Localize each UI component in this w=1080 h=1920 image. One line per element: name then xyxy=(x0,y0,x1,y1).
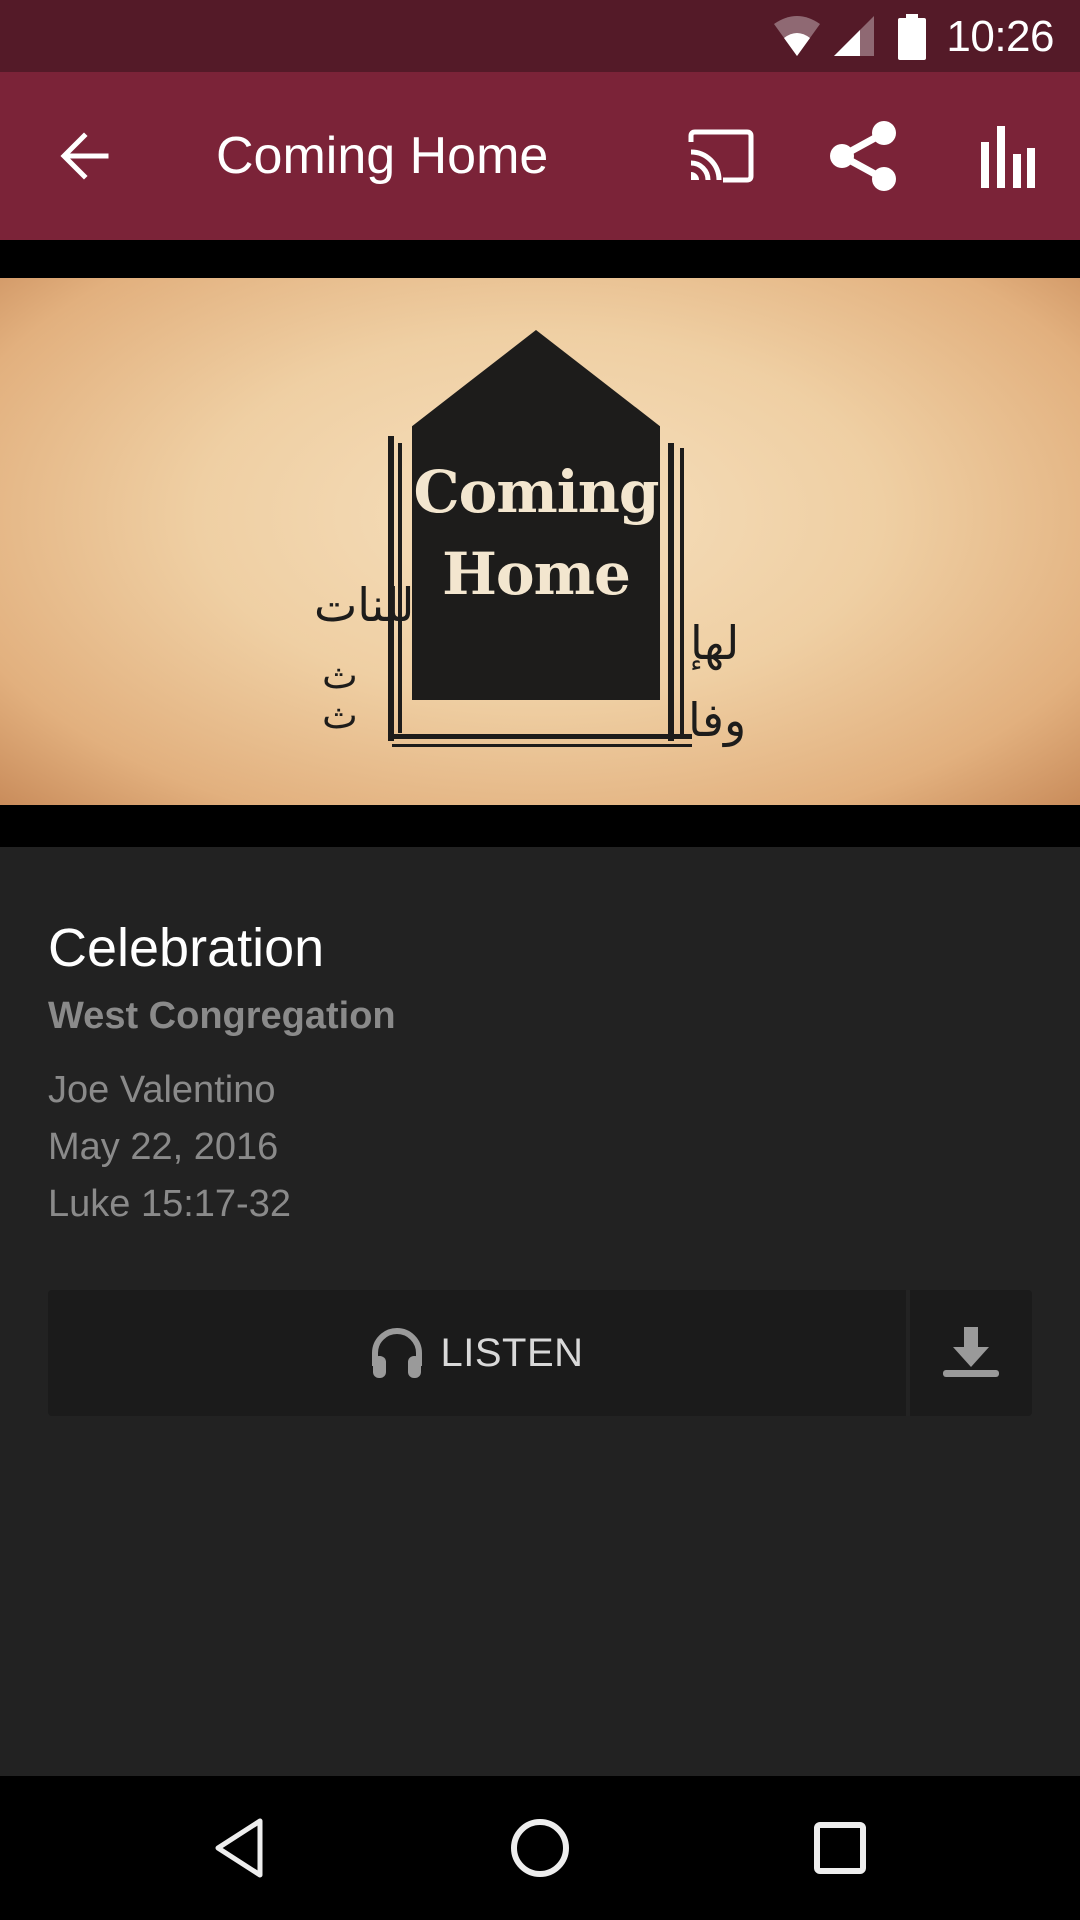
sermon-details: Celebration West Congregation Joe Valent… xyxy=(0,847,1080,1776)
art-rule xyxy=(668,443,674,741)
app-bar: Coming Home xyxy=(0,72,1080,240)
sermon-artwork-player[interactable]: Coming Home للنات ث ث لهإ وفا xyxy=(0,240,1080,847)
artwork-arabic-right: لهإ xyxy=(690,616,740,670)
speaker-name: Joe Valentino xyxy=(48,1069,276,1111)
nav-recents-button[interactable] xyxy=(790,1798,890,1898)
artwork-arabic-left: للنات xyxy=(314,578,415,632)
system-nav-bar xyxy=(0,1776,1080,1920)
arrow-back-icon xyxy=(60,132,109,180)
art-rule xyxy=(392,734,692,739)
recents-square-icon xyxy=(814,1822,866,1874)
headphones-icon xyxy=(372,1328,423,1378)
download-icon xyxy=(943,1327,999,1377)
artwork-title-line2: Home xyxy=(442,540,631,608)
artwork-title-line1: Coming xyxy=(413,458,660,526)
back-triangle-icon xyxy=(215,1818,263,1878)
congregation-name: West Congregation xyxy=(48,995,396,1037)
nav-back-button[interactable] xyxy=(190,1798,290,1898)
sermon-date: May 22, 2016 xyxy=(48,1126,279,1168)
artwork-arabic-small: ث xyxy=(322,693,358,737)
wifi-icon xyxy=(774,16,820,56)
stats-button[interactable] xyxy=(962,110,1054,202)
sermon-artwork: Coming Home للنات ث ث لهإ وفا xyxy=(0,278,1080,805)
page-title: Coming Home xyxy=(216,127,549,185)
art-rule xyxy=(680,448,684,738)
cast-button[interactable] xyxy=(674,110,766,202)
share-icon xyxy=(830,121,896,191)
listen-label: LISTEN xyxy=(440,1330,584,1375)
clock: 10:26 xyxy=(946,12,1054,61)
back-button[interactable] xyxy=(38,110,130,202)
bar-chart-icon xyxy=(981,126,1035,188)
listen-button[interactable]: LISTEN xyxy=(48,1290,906,1416)
share-button[interactable] xyxy=(818,110,910,202)
artwork-arabic-bottom: وفا xyxy=(688,693,747,747)
action-buttons: LISTEN xyxy=(48,1290,1032,1416)
status-bar: 10:26 xyxy=(0,0,1080,72)
download-button[interactable] xyxy=(910,1290,1032,1416)
cell-signal-icon xyxy=(834,16,874,56)
cast-icon xyxy=(688,129,754,183)
home-circle-icon xyxy=(511,1819,569,1877)
battery-icon xyxy=(898,14,926,60)
nav-home-button[interactable] xyxy=(490,1798,590,1898)
series-title: Celebration xyxy=(48,918,325,978)
art-rule xyxy=(392,744,692,747)
scripture-reference: Luke 15:17-32 xyxy=(48,1183,291,1225)
artwork-arabic-small: ث xyxy=(322,653,358,697)
